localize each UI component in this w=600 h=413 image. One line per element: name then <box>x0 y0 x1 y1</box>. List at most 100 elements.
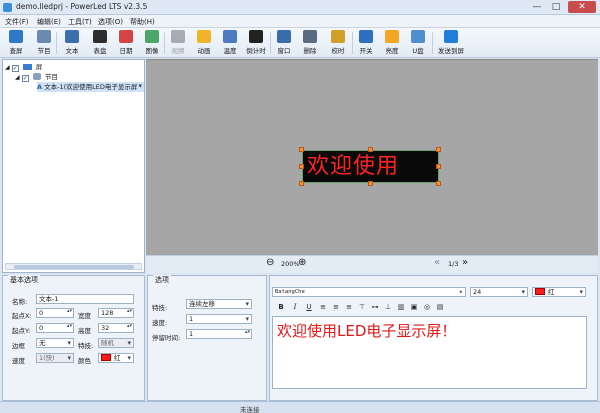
zoom-level: 200% <box>281 260 300 268</box>
toolbar-button-15[interactable]: U盘 <box>406 30 430 57</box>
toolbar-button-3[interactable]: 表盘 <box>88 30 112 57</box>
align-bottom-icon[interactable]: ⊥ <box>383 302 393 312</box>
stay-time-input[interactable]: 1 <box>186 329 252 339</box>
toolbar-button-11[interactable]: 删除 <box>298 30 322 57</box>
image-insert-icon[interactable]: ▣ <box>409 302 419 312</box>
tree-horizontal-scrollbar[interactable] <box>5 263 142 270</box>
menu-file[interactable]: 文件(F) <box>5 17 29 27</box>
menu-help[interactable]: 帮助(H) <box>130 17 155 27</box>
basic-color-select[interactable]: 红 <box>98 353 134 363</box>
close-button[interactable]: ✕ <box>568 1 596 13</box>
options-effect-select[interactable]: 连续左移 <box>186 299 252 309</box>
toolbar-button-13[interactable]: 开关 <box>354 30 378 57</box>
menu-edit[interactable]: 编辑(E) <box>37 17 61 27</box>
toolbar-button-4[interactable]: 日期 <box>114 30 138 57</box>
basic-speed-select[interactable]: 1(快) <box>36 353 74 363</box>
border-select[interactable]: 无 <box>36 338 74 348</box>
resize-handle-left[interactable] <box>299 164 304 169</box>
tree-program[interactable]: ◢ ✓ 节目 <box>15 72 58 82</box>
led-preview-text: 欢迎使用 <box>307 154 400 179</box>
font-select[interactable]: BatangChe <box>272 287 466 297</box>
resize-handle-top-right[interactable] <box>436 147 441 152</box>
toolbar-button-12[interactable]: 校时 <box>326 30 350 57</box>
toolbar-button-10[interactable]: 窗口 <box>272 30 296 57</box>
maximize-button[interactable]: □ <box>547 1 565 13</box>
underline-button[interactable]: U <box>304 302 314 312</box>
menu-tools[interactable]: 工具(T) <box>68 17 92 27</box>
toolbar-label: 文本 <box>65 47 79 55</box>
title-bar: demo.lledprj - PowerLed LTS v2.3.5 — □ ✕ <box>0 0 600 15</box>
toolbar-separator <box>270 32 271 54</box>
toolbar-button-9[interactable]: 倒计时 <box>244 30 268 57</box>
text-color-select[interactable]: 红 <box>532 287 586 297</box>
power-icon <box>359 30 373 43</box>
window-icon <box>277 30 291 43</box>
toolbar-label: 开关 <box>359 47 373 55</box>
stay-time-label: 停留时间: <box>152 334 181 342</box>
toolbar-button-1[interactable]: 节目 <box>32 30 56 57</box>
video-icon <box>171 30 185 43</box>
minimize-button[interactable]: — <box>528 1 546 13</box>
tree-screen[interactable]: ◢ ✓ 屏 <box>5 62 42 72</box>
font-size-select[interactable]: 24 <box>470 287 528 297</box>
italic-button[interactable]: I <box>290 302 300 312</box>
text-editor[interactable]: 欢迎使用LED电子显示屏！ <box>272 316 587 389</box>
basic-options-title: 基本选项 <box>8 275 40 285</box>
preview-canvas[interactable]: 欢迎使用 <box>146 59 598 255</box>
tree-scroll-thumb[interactable] <box>14 265 134 269</box>
toolbar-button-16[interactable]: 发送到屏 <box>434 30 468 57</box>
width-input[interactable]: 128 <box>98 308 134 318</box>
height-input[interactable]: 32 <box>98 323 134 333</box>
resize-handle-bottom[interactable] <box>368 181 373 186</box>
next-page-icon[interactable]: » <box>462 257 468 268</box>
color-label: 颜色 <box>78 357 91 365</box>
toolbar-separator <box>56 32 57 54</box>
led-text-region[interactable]: 欢迎使用 <box>302 150 439 183</box>
menu-bar: 文件(F) 编辑(E) 工具(T) 选项(O) 帮助(H) <box>0 15 600 28</box>
clock-dial-icon <box>93 30 107 43</box>
toolbar-button-7[interactable]: 动画 <box>192 30 216 57</box>
resize-handle-top-left[interactable] <box>299 147 304 152</box>
menu-options[interactable]: 选项(O) <box>98 17 123 27</box>
zoom-out-icon[interactable]: ⊖ <box>266 257 274 268</box>
screen-checkbox[interactable]: ✓ <box>11 65 19 72</box>
basic-effect-select[interactable]: 随机 <box>98 338 134 348</box>
text-item-icon: A <box>37 83 43 91</box>
toolbar-button-8[interactable]: 温度 <box>218 30 242 57</box>
toolbar: 查屏 节目 文本 表盘 日期 图像 视频 动画 温度 倒计时 窗口 删除 校时 开关 亮度 U盘 发送到屏 <box>0 28 600 58</box>
align-middle-icon[interactable]: ⊶ <box>370 302 380 312</box>
resize-handle-bottom-left[interactable] <box>299 181 304 186</box>
document-icon[interactable]: ▤ <box>435 302 445 312</box>
animation-icon <box>197 30 211 43</box>
toolbar-label: 倒计时 <box>246 47 266 55</box>
tree-program-label: 节目 <box>44 73 58 81</box>
start-x-label: 起点X: <box>12 312 32 320</box>
align-center-icon[interactable]: ≡ <box>331 302 341 312</box>
columns-icon[interactable]: ▥ <box>396 302 406 312</box>
program-checkbox[interactable]: ✓ <box>21 75 29 82</box>
toolbar-label: 表盘 <box>93 47 107 55</box>
name-input[interactable]: 文本-1 <box>36 294 134 304</box>
toolbar-button-2[interactable]: 文本 <box>60 30 84 57</box>
toolbar-button-6[interactable]: 视频 <box>166 30 190 57</box>
program-icon <box>32 73 41 80</box>
align-top-icon[interactable]: ⊤ <box>357 302 367 312</box>
toolbar-button-0[interactable]: 查屏 <box>4 30 28 57</box>
toolbar-button-5[interactable]: 图像 <box>140 30 164 57</box>
prev-page-icon[interactable]: « <box>434 257 440 268</box>
editor-content: 欢迎使用LED电子显示屏！ <box>277 322 457 340</box>
options-speed-select[interactable]: 1 <box>186 314 252 324</box>
zoom-in-icon[interactable]: ⊕ <box>298 257 306 268</box>
resize-handle-bottom-right[interactable] <box>436 181 441 186</box>
align-right-icon[interactable]: ≡ <box>344 302 354 312</box>
tree-text-item[interactable]: A 文本-1(欢迎使用LED电子显示屏 <box>37 82 144 92</box>
start-y-input[interactable]: 0 <box>36 323 74 333</box>
refresh-icon[interactable]: ◎ <box>422 302 432 312</box>
bold-button[interactable]: B <box>276 302 286 312</box>
toolbar-button-14[interactable]: 亮度 <box>380 30 404 57</box>
align-left-icon[interactable]: ≡ <box>318 302 328 312</box>
start-x-input[interactable]: 0 <box>36 308 74 318</box>
toolbar-separator <box>352 32 353 54</box>
resize-handle-right[interactable] <box>436 164 441 169</box>
resize-handle-top[interactable] <box>368 147 373 152</box>
